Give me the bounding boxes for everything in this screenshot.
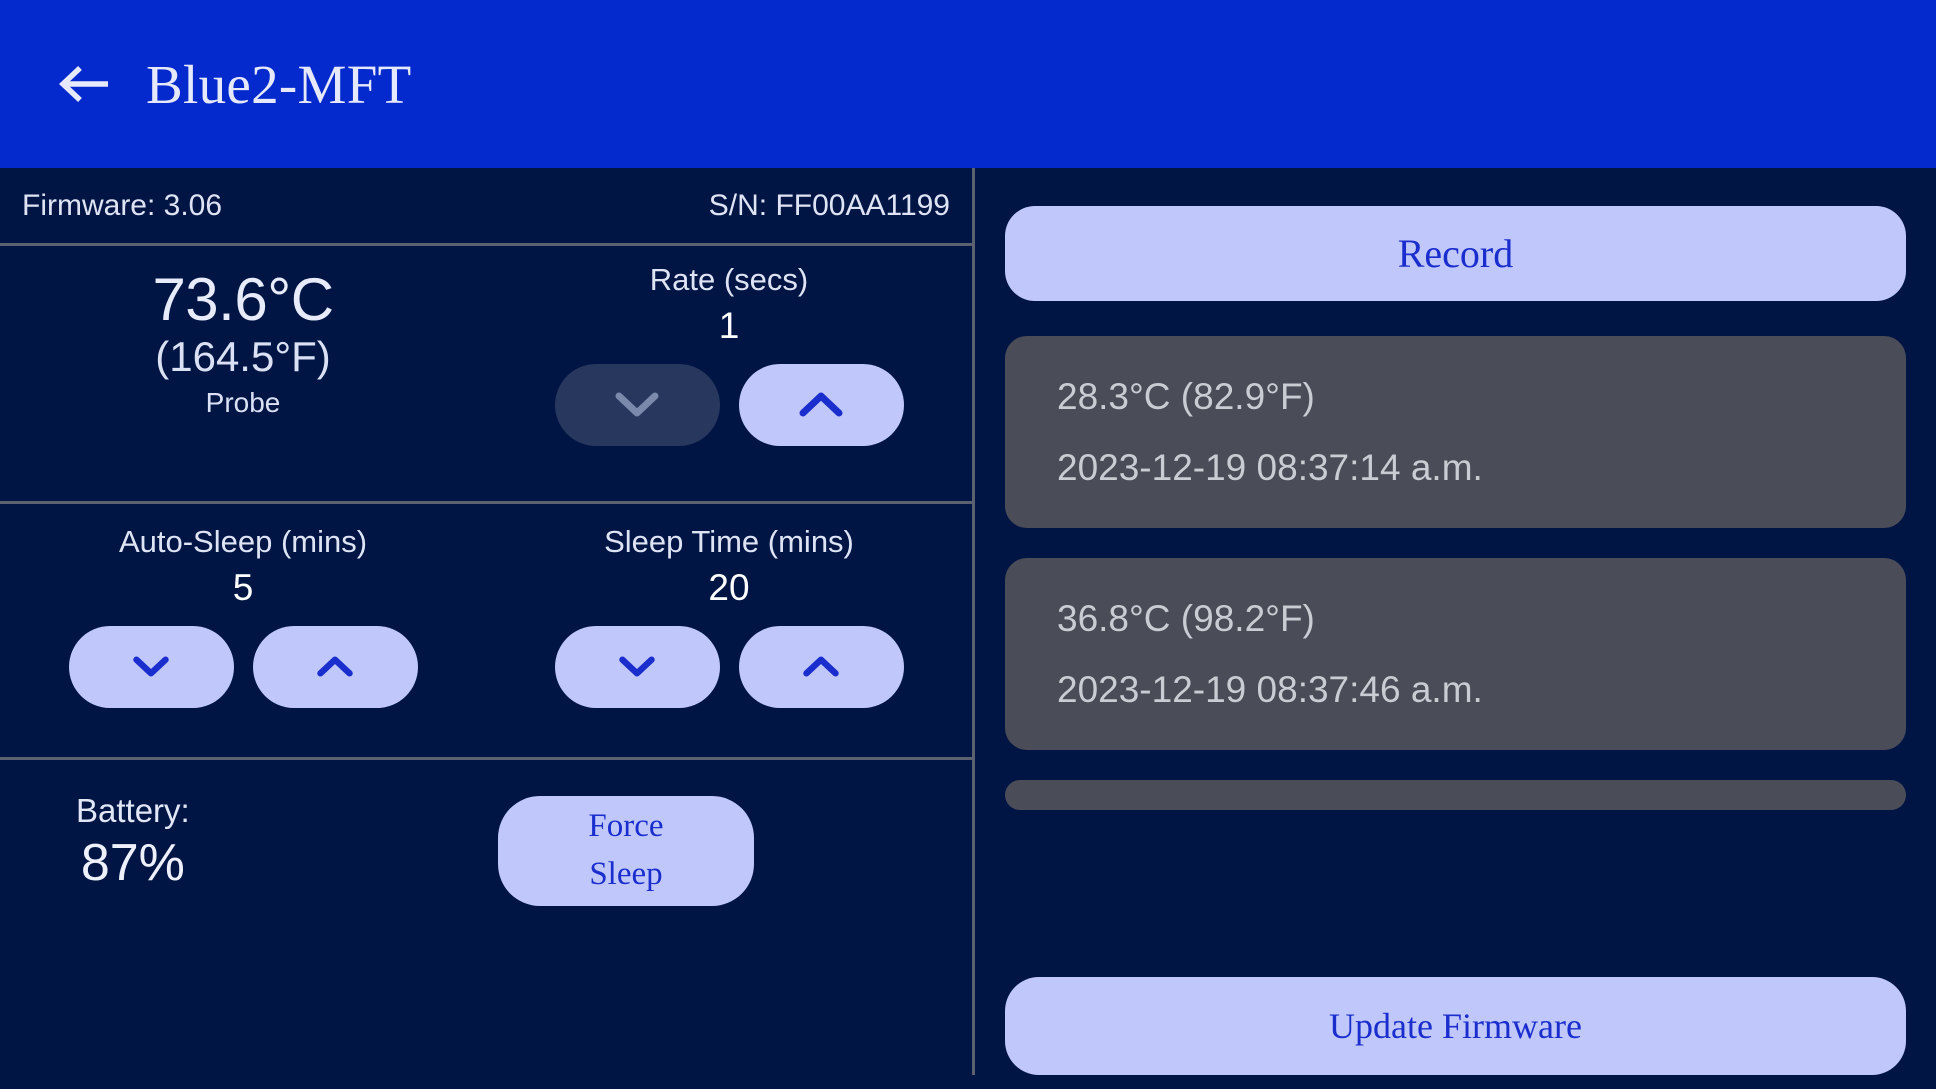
arrow-left-icon (58, 63, 110, 105)
auto-sleep-title: Auto-Sleep (mins) (118, 524, 368, 559)
rate-increment-button[interactable] (738, 364, 904, 447)
auto-sleep-value: 5 (232, 567, 254, 609)
update-firmware-button[interactable]: Update Firmware (1005, 977, 1906, 1075)
battery-status: Battery: 87% (40, 790, 190, 896)
auto-sleep-decrement-button[interactable] (68, 626, 234, 709)
auto-sleep-stepper: Auto-Sleep (mins) 5 (0, 504, 486, 757)
sleep-time-decrement-button[interactable] (554, 626, 720, 709)
record-button[interactable]: Record (1005, 206, 1906, 301)
app-root: Blue2-MFT Firmware: 3.06 S/N: FF00AA1199… (0, 0, 1936, 1089)
body-split: Firmware: 3.06 S/N: FF00AA1199 73.6°C (1… (0, 168, 1936, 1089)
device-info-row: Firmware: 3.06 S/N: FF00AA1199 (0, 168, 972, 243)
record-list-item-partial[interactable] (1005, 780, 1906, 810)
temperature-readout: 73.6°C (164.5°F) Probe (0, 246, 486, 419)
record-temperature: 36.8°C (98.2°F) (1057, 598, 1315, 639)
app-bar: Blue2-MFT (0, 0, 1936, 168)
force-sleep-label-line2: Sleep (589, 856, 663, 892)
sleep-time-title: Sleep Time (mins) (604, 524, 854, 559)
record-list-item[interactable]: 28.3°C (82.9°F) 2023-12-19 08:37:14 a.m. (1005, 336, 1906, 528)
sleep-time-stepper: Sleep Time (mins) 20 (486, 504, 972, 757)
left-panel: Firmware: 3.06 S/N: FF00AA1199 73.6°C (1… (0, 168, 972, 1089)
chevron-down-icon (131, 655, 171, 679)
temperature-celsius: 73.6°C (152, 266, 334, 333)
record-list-item[interactable]: 36.8°C (98.2°F) 2023-12-19 08:37:46 a.m. (1005, 558, 1906, 750)
page-title: Blue2-MFT (146, 53, 412, 115)
auto-sleep-increment-button[interactable] (252, 626, 418, 709)
record-timestamp: 2023-12-19 08:37:14 a.m. (1057, 447, 1483, 488)
chevron-up-icon (315, 655, 355, 679)
chevron-down-icon (617, 655, 657, 679)
rate-stepper: Rate (secs) 1 (486, 246, 972, 447)
sleep-time-value: 20 (708, 567, 750, 609)
force-sleep-label-line1: Force (588, 808, 664, 845)
serial-number: S/N: FF00AA1199 (708, 188, 950, 222)
record-temperature: 28.3°C (82.9°F) (1057, 376, 1315, 417)
rate-buttons (486, 364, 972, 447)
record-timestamp: 2023-12-19 08:37:46 a.m. (1057, 669, 1483, 710)
chevron-up-icon (801, 655, 841, 679)
firmware-version: Firmware: 3.06 (22, 188, 223, 222)
temperature-source-label: Probe (205, 386, 281, 418)
force-sleep-button[interactable]: Force Sleep (498, 796, 754, 906)
rate-decrement-button[interactable] (554, 364, 720, 447)
rate-value: 1 (718, 305, 740, 347)
battery-percentage: 87% (80, 834, 185, 893)
battery-label: Battery: (76, 792, 190, 829)
right-panel: Record 28.3°C (82.9°F) 2023-12-19 08:37:… (975, 168, 1936, 1089)
chevron-up-icon (799, 392, 843, 418)
chevron-down-icon (615, 392, 659, 418)
sleep-time-increment-button[interactable] (738, 626, 904, 709)
temperature-row: 73.6°C (164.5°F) Probe Rate (secs) 1 (0, 246, 972, 501)
back-button[interactable] (48, 48, 120, 120)
sleep-settings-row: Auto-Sleep (mins) 5 Sleep Time (mins) 20 (0, 504, 972, 757)
temperature-fahrenheit: (164.5°F) (155, 333, 331, 380)
rate-title: Rate (secs) (649, 262, 809, 297)
auto-sleep-buttons (0, 626, 486, 709)
record-list: 28.3°C (82.9°F) 2023-12-19 08:37:14 a.m.… (1005, 336, 1906, 810)
battery-row: Battery: 87% Force Sleep (0, 760, 972, 1089)
sleep-time-buttons (486, 626, 972, 709)
